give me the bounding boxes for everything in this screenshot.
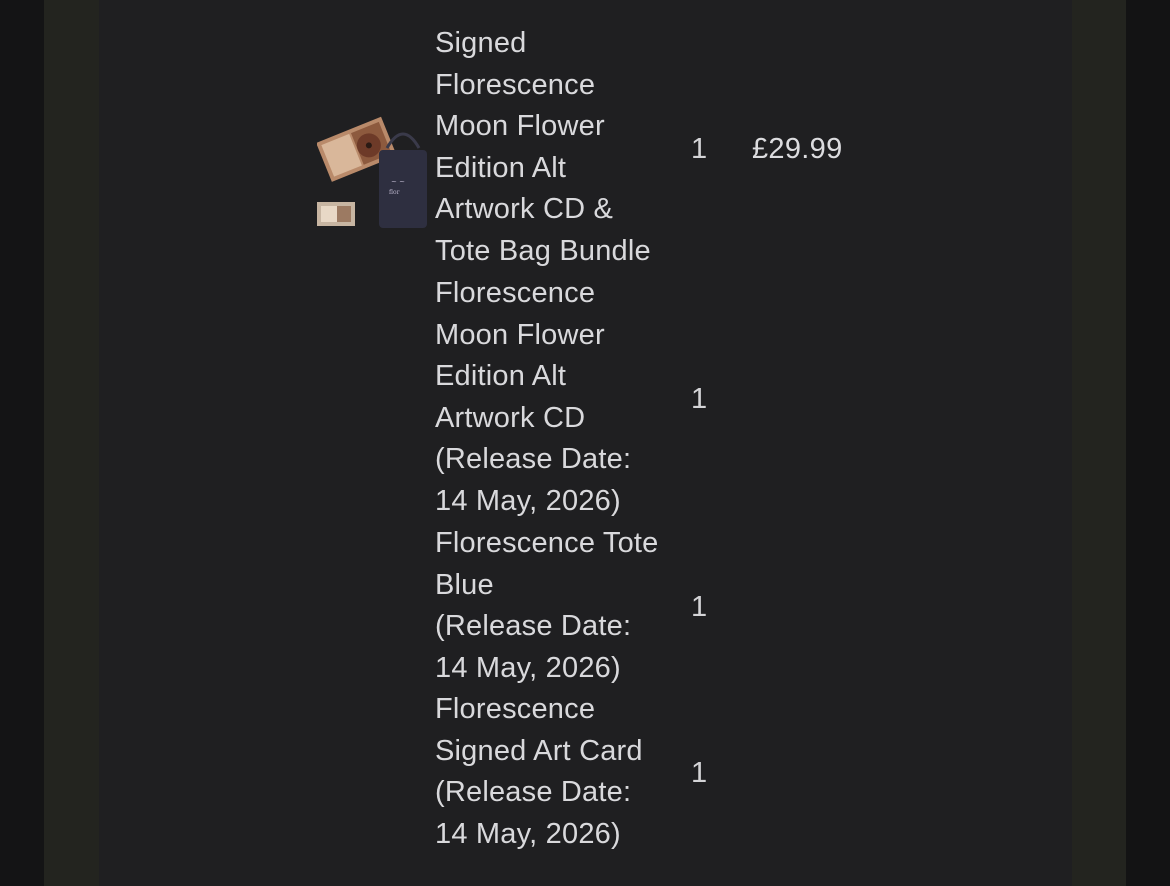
item-quantity: 1: [691, 383, 708, 415]
svg-text:flor: flor: [389, 189, 400, 196]
item-name-line: Florescence Tote: [435, 527, 659, 559]
item-name: Florescence Moon Flower Edition Alt Artw…: [435, 273, 697, 523]
item-name: Florescence Signed Art Card (Release Dat…: [435, 689, 697, 855]
item-name: Signed Florescence Moon Flower Edition A…: [435, 23, 697, 273]
item-name-line: Florescence: [435, 68, 596, 101]
order-items-panel: ~ ~ flor Signed Florescence Moon Flower …: [99, 0, 1072, 886]
svg-text:~ ~: ~ ~: [391, 178, 405, 186]
item-name-line: Tote Bag Bundle: [435, 234, 651, 267]
item-name-line: Edition Alt: [435, 151, 567, 184]
outer-left-margin: [0, 0, 44, 886]
item-quantity: 1: [691, 591, 708, 623]
item-name-line: Moon Flower: [435, 110, 605, 143]
item-name-line: (Release Date:: [435, 776, 632, 809]
item-name-line: 14 May, 2026): [435, 817, 621, 850]
item-name-line: (Release Date:: [435, 610, 632, 643]
item-name-line: (Release Date:: [435, 443, 632, 476]
item-name: Florescence Tote Blue (Release Date: 14 …: [435, 523, 697, 689]
item-name-line: Signed Art Card: [435, 734, 643, 767]
item-name-line: Blue: [435, 568, 494, 601]
outer-right-margin: [1126, 0, 1170, 886]
item-price: £29.99: [752, 133, 843, 165]
item-name-line: Edition Alt: [435, 360, 567, 393]
item-name-line: Artwork CD: [435, 401, 586, 434]
item-name-line: 14 May, 2026): [435, 484, 621, 517]
product-bundle-thumbnail[interactable]: ~ ~ flor: [316, 110, 429, 230]
item-name-line: 14 May, 2026): [435, 651, 621, 684]
item-name-line: Signed: [435, 27, 527, 59]
item-name-line: Florescence: [435, 693, 596, 725]
item-name-line: Florescence: [435, 277, 596, 309]
item-name-line: Artwork CD &: [435, 193, 614, 226]
product-image: ~ ~ flor: [316, 116, 427, 228]
item-quantity: 1: [691, 757, 708, 789]
item-quantity: 1: [691, 133, 708, 165]
item-name-line: Moon Flower: [435, 318, 605, 351]
